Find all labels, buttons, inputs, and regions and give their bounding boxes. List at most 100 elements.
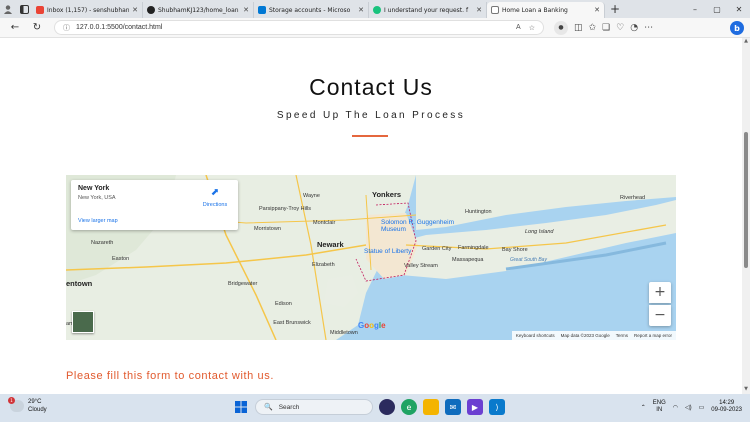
clock-time: 14:29	[719, 400, 735, 406]
keyboard-shortcuts-link[interactable]: Keyboard shortcuts	[516, 333, 555, 338]
google-logo: Google	[358, 321, 386, 330]
new-tab-button[interactable]: +	[605, 2, 625, 16]
map-label: East Brunswick	[273, 320, 311, 326]
tab-home-loan[interactable]: Home Loan a Banking ✕	[487, 2, 605, 18]
refresh-icon[interactable]: ↻	[26, 22, 48, 33]
file-explorer-icon[interactable]	[423, 399, 439, 415]
system-tray: ⌃ ENG IN ◠ ◁) ▭ 14:29 09-09-2023	[641, 400, 742, 414]
volume-icon[interactable]: ◁)	[685, 404, 692, 411]
window-controls: – ▢ ✕	[684, 0, 750, 18]
profile-avatar-icon[interactable]: ◔	[630, 23, 638, 33]
bing-copilot-icon[interactable]: b	[730, 21, 744, 35]
notification-badge: 1	[8, 397, 15, 404]
page-scrollbar[interactable]: ▲ ▼	[742, 38, 750, 394]
map-label: entown	[66, 279, 93, 288]
minimize-button[interactable]: –	[684, 5, 706, 14]
tab-actions-icon[interactable]	[16, 2, 32, 16]
page-viewport: Contact Us Speed Up The Loan Process Yon…	[0, 38, 742, 394]
directions-button[interactable]: ⬈ Directions	[197, 187, 233, 208]
github-icon	[147, 6, 155, 14]
taskbar-apps: 🔍 Search e ✉ ▶ ⟩	[233, 399, 505, 415]
clock-date: 09-09-2023	[711, 407, 742, 413]
mail-icon[interactable]: ✉	[445, 399, 461, 415]
favorites-icon[interactable]: ✩	[589, 23, 597, 33]
weather-widget[interactable]: 1 29°C Cloudy	[8, 397, 47, 414]
media-player-icon[interactable]: ▶	[467, 399, 483, 415]
profile-icon[interactable]	[0, 2, 16, 16]
map-label: Riverhead	[620, 195, 646, 201]
search-icon: 🔍	[264, 404, 273, 411]
zoom-out-button[interactable]: −	[649, 305, 671, 326]
form-title: Please fill this form to contact with us…	[66, 370, 275, 382]
page-icon	[491, 6, 499, 14]
map-label: Wayne	[303, 193, 320, 199]
map-label: Bay Shore	[502, 247, 528, 253]
map-poi-label[interactable]: Solomon R. Guggenheim Museum	[381, 219, 461, 233]
vscode-icon[interactable]: ⟩	[489, 399, 505, 415]
map-label: Massapequa	[452, 257, 484, 263]
battery-icon[interactable]: ▭	[699, 404, 705, 411]
map-poi-label[interactable]: Statue of Liberty	[364, 248, 411, 255]
scrollbar-thumb[interactable]	[744, 132, 748, 268]
page-subtitle: Speed Up The Loan Process	[276, 110, 466, 121]
map-label: Nazareth	[91, 240, 114, 246]
extension-icon[interactable]: ●	[554, 20, 568, 35]
maximize-button[interactable]: ▢	[706, 5, 728, 14]
clock[interactable]: 14:29 09-09-2023	[711, 400, 742, 414]
tab-chatgpt[interactable]: I understand your request. f ✕	[369, 2, 487, 18]
map-attribution: Keyboard shortcuts Map data ©2023 Google…	[511, 331, 676, 340]
view-larger-map-link[interactable]: View larger map	[78, 218, 118, 224]
map-label: Garden City	[422, 246, 452, 252]
windows-taskbar: 1 29°C Cloudy 🔍 Search e ✉ ▶ ⟩ ⌃ ENG IN …	[0, 394, 750, 422]
back-icon[interactable]: ←	[4, 22, 26, 33]
map-label: Elizabeth	[312, 262, 335, 268]
close-window-button[interactable]: ✕	[728, 5, 750, 14]
map-label: Newark	[317, 240, 344, 249]
map-label: Long Island	[525, 229, 554, 235]
chatgpt-icon	[373, 6, 381, 14]
terms-link[interactable]: Terms	[616, 333, 628, 338]
scroll-down-icon[interactable]: ▼	[742, 386, 750, 394]
url-text: 127.0.0.1:5500/contact.html	[76, 24, 163, 31]
split-screen-icon[interactable]: ◫	[574, 23, 583, 33]
tab-azure[interactable]: Storage accounts - Microso ✕	[254, 2, 369, 18]
map-label: Easton	[112, 256, 130, 262]
more-menu-icon[interactable]: ⋯	[644, 23, 653, 33]
collections-icon[interactable]: ❏	[602, 23, 610, 33]
embedded-map[interactable]: Yonkers Newark Wayne Parsippany-Troy Hil…	[66, 175, 676, 340]
language-indicator[interactable]: ENG IN	[653, 400, 666, 414]
wifi-icon[interactable]: ◠	[673, 404, 678, 411]
address-bar[interactable]: ⓘ 127.0.0.1:5500/contact.html A ☆	[54, 20, 544, 35]
browser-essentials-icon[interactable]: ♡	[616, 23, 624, 33]
tab-gmail[interactable]: Inbox (1,157) - senshubhan ✕	[32, 2, 143, 18]
close-tab-icon[interactable]: ✕	[243, 6, 249, 14]
close-tab-icon[interactable]: ✕	[476, 6, 482, 14]
place-info-card: New York New York, USA View larger map ⬈…	[71, 180, 238, 230]
tray-overflow-icon[interactable]: ⌃	[641, 404, 646, 411]
tab-title: Storage accounts - Microso	[269, 6, 351, 14]
zoom-in-button[interactable]: +	[649, 282, 671, 303]
map-label: Valley Stream	[404, 263, 438, 269]
copilot-app-icon[interactable]	[379, 399, 395, 415]
edge-browser-icon[interactable]: e	[401, 399, 417, 415]
tab-github[interactable]: ShubhamKJ123/home_loan ✕	[143, 2, 254, 18]
read-aloud-icon[interactable]: A	[516, 24, 521, 32]
report-error-link[interactable]: Report a map error	[634, 333, 672, 338]
directions-icon: ⬈	[210, 187, 220, 198]
close-tab-icon[interactable]: ✕	[132, 6, 138, 14]
map-label: Edison	[275, 301, 292, 307]
weather-condition: Cloudy	[28, 407, 47, 413]
close-tab-icon[interactable]: ✕	[594, 6, 600, 14]
taskbar-search[interactable]: 🔍 Search	[255, 399, 373, 415]
satellite-toggle[interactable]	[72, 311, 94, 333]
windows-start-icon[interactable]	[233, 399, 249, 415]
map-label: Montclair	[313, 220, 336, 226]
gmail-icon	[36, 6, 44, 14]
favorite-star-icon[interactable]: ☆	[529, 24, 535, 32]
scroll-up-icon[interactable]: ▲	[742, 38, 750, 46]
close-tab-icon[interactable]: ✕	[358, 6, 364, 14]
map-label: Great South Bay	[510, 257, 547, 263]
tab-title: Inbox (1,157) - senshubhan	[47, 6, 130, 14]
temperature: 29°C	[28, 399, 42, 405]
info-icon[interactable]: ⓘ	[63, 23, 70, 33]
